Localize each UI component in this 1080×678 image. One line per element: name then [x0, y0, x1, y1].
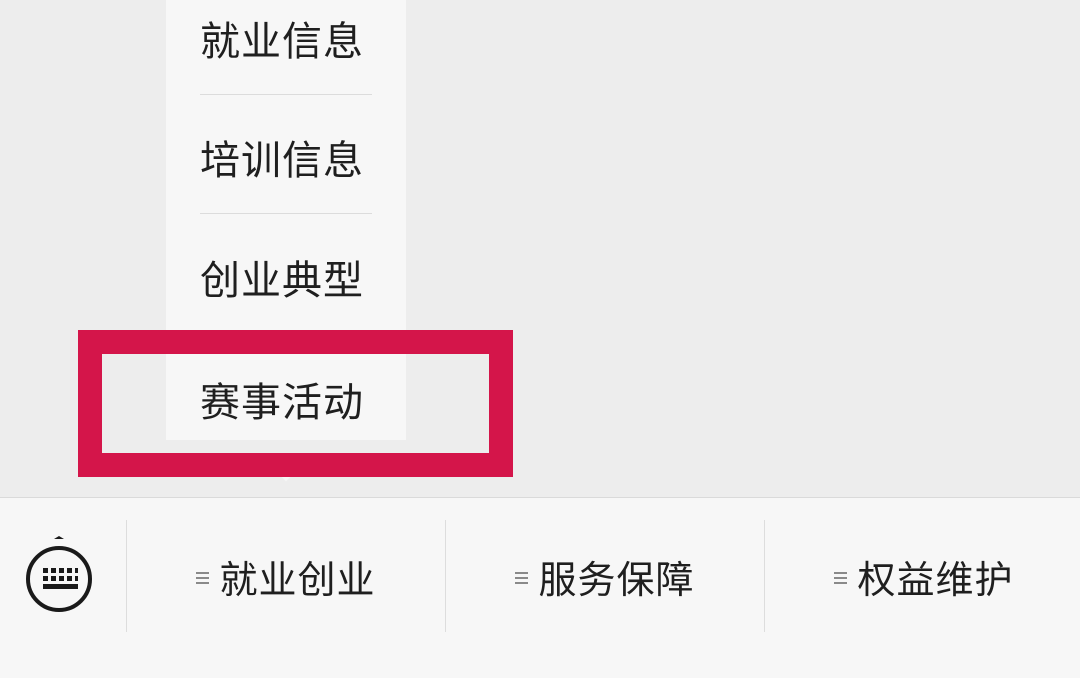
- submenu-caret: [274, 458, 298, 482]
- submenu-divider: [200, 94, 372, 95]
- keyboard-icon: [26, 536, 92, 612]
- menu-lines-icon: [515, 572, 529, 584]
- submenu-divider: [200, 213, 372, 214]
- submenu-item-startup-cases[interactable]: 创业典型: [200, 217, 372, 336]
- menu-lines-icon: [834, 572, 848, 584]
- menu-button-rights[interactable]: 权益维护: [765, 520, 1080, 632]
- bottom-menu-bar: 就业创业 服务保障 权益维护: [0, 497, 1080, 678]
- menu-button-label: 权益维护: [857, 557, 1014, 602]
- menu-button-label: 就业创业: [219, 557, 376, 602]
- submenu-item-training-info[interactable]: 培训信息: [200, 97, 372, 216]
- menu-lines-icon: [196, 572, 210, 584]
- menu-button-service[interactable]: 服务保障: [446, 520, 764, 632]
- chat-area: 就业信息 培训信息 创业典型 赛事活动: [0, 0, 1080, 497]
- submenu-popup: 就业信息 培训信息 创业典型 赛事活动: [166, 0, 406, 440]
- keyboard-toggle-button[interactable]: [24, 536, 94, 614]
- menu-button-label: 服务保障: [538, 557, 695, 602]
- submenu-item-employment-info[interactable]: 就业信息: [200, 0, 372, 97]
- submenu-item-competition-events[interactable]: 赛事活动: [200, 339, 372, 458]
- menu-button-employment[interactable]: 就业创业: [127, 520, 445, 632]
